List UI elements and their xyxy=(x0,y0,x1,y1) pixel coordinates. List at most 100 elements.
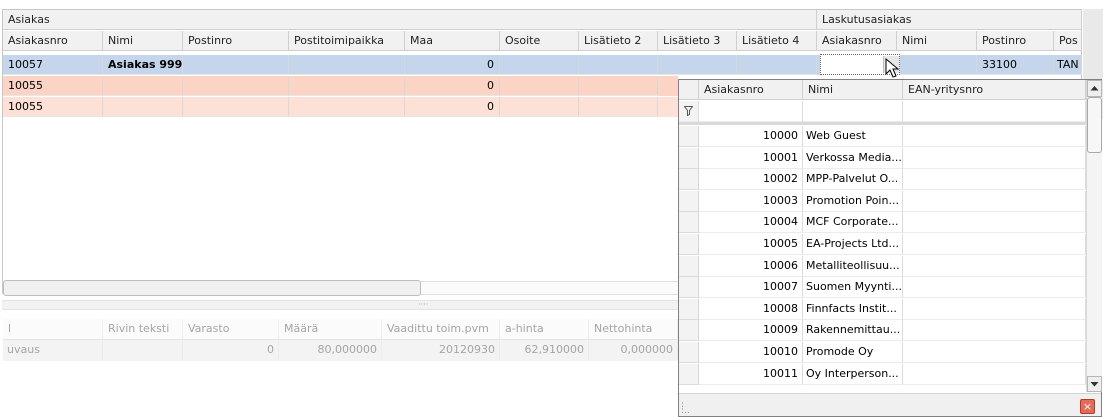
lower-col-header-nettohinta[interactable]: Nettohinta xyxy=(589,319,678,340)
col-header-postinro[interactable]: Postinro xyxy=(183,31,289,51)
popup-cell-ean[interactable] xyxy=(903,320,1086,341)
popup-cell-asiakasnro[interactable]: 10004 xyxy=(699,212,803,233)
popup-row-selector[interactable] xyxy=(679,256,699,277)
col-header-lisatieto-4[interactable]: Lisätieto 4 xyxy=(737,31,817,51)
lower-cell-nettohinta[interactable]: 0,000000 xyxy=(589,340,678,361)
popup-cell-asiakasnro[interactable]: 10007 xyxy=(699,277,803,298)
popup-row-selector[interactable] xyxy=(679,212,699,233)
cell-postinro[interactable] xyxy=(183,76,289,96)
lower-col-header-rivin-teksti[interactable]: Rivin teksti xyxy=(103,319,183,340)
cell-postitoimipaikka[interactable] xyxy=(289,97,405,117)
cell-lisatieto-2[interactable] xyxy=(579,76,658,96)
lower-col-header-varasto[interactable]: Varasto xyxy=(183,319,279,340)
splitter-grip-icon[interactable]: ···· xyxy=(418,301,430,309)
popup-col-header-nimi[interactable]: Nimi xyxy=(803,80,903,100)
popup-cell-nimi[interactable]: Rakennemittau... xyxy=(803,320,903,341)
popup-scroll-thumb[interactable] xyxy=(1087,97,1102,153)
popup-cell-asiakasnro[interactable]: 10002 xyxy=(699,169,803,190)
popup-cell-asiakasnro[interactable]: 10010 xyxy=(699,342,803,363)
popup-cell-asiakasnro[interactable]: 10005 xyxy=(699,234,803,255)
cell-osoite[interactable] xyxy=(500,55,579,75)
popup-cell-asiakasnro[interactable]: 10009 xyxy=(699,320,803,341)
popup-cell-asiakasnro[interactable]: 10000 xyxy=(699,126,803,147)
popup-row-selector[interactable] xyxy=(679,126,699,147)
lower-col-header-a-hinta[interactable]: a-hinta xyxy=(500,319,589,340)
popup-cell-ean[interactable] xyxy=(903,234,1086,255)
cell-maa[interactable]: 0 xyxy=(405,97,500,117)
scroll-down-arrow-icon[interactable] xyxy=(1087,376,1102,392)
popup-cell-ean[interactable] xyxy=(903,169,1086,190)
lower-cell-varasto[interactable]: 0 xyxy=(183,340,279,361)
cell-postitoimipaikka[interactable] xyxy=(289,76,405,96)
popup-col-header-ean-yritysnro[interactable]: EAN-yritysnro xyxy=(903,80,1086,100)
lower-col-header-vaadittu-toim-pvm[interactable]: Vaadittu toim.pvm xyxy=(382,319,500,340)
popup-cell-nimi[interactable]: Finnfacts Instit... xyxy=(803,299,903,320)
popup-cell-asiakasnro[interactable]: 10008 xyxy=(699,299,803,320)
lower-cell-vaadittu-toim-pvm[interactable]: 20120930 xyxy=(382,340,500,361)
popup-cell-nimi[interactable]: Promode Oy xyxy=(803,342,903,363)
cell-asiakasnro[interactable]: 10055 xyxy=(3,76,103,96)
cell-lisatieto-2[interactable] xyxy=(579,97,658,117)
popup-cell-ean[interactable] xyxy=(903,277,1086,298)
col-header-laskutus-nimi[interactable]: Nimi xyxy=(897,31,977,51)
popup-cell-asiakasnro[interactable]: 10006 xyxy=(699,256,803,277)
col-header-postitoimipaikka[interactable]: Postitoimipaikka xyxy=(289,31,405,51)
col-header-lisatieto-2[interactable]: Lisätieto 2 xyxy=(579,31,658,51)
col-header-osoite[interactable]: Osoite xyxy=(500,31,579,51)
col-header-lisatieto-3[interactable]: Lisätieto 3 xyxy=(658,31,737,51)
popup-cell-ean[interactable] xyxy=(903,364,1086,385)
lower-col-header-maara[interactable]: Määrä xyxy=(279,319,382,340)
popup-row-selector[interactable] xyxy=(679,320,699,341)
col-header-laskutus-postinro[interactable]: Postinro xyxy=(977,31,1054,51)
scroll-up-arrow-icon[interactable] xyxy=(1087,80,1102,97)
popup-row-selector[interactable] xyxy=(679,191,699,212)
cell-lisatieto-4[interactable] xyxy=(737,55,817,75)
cell-asiakasnro[interactable]: 10055 xyxy=(3,97,103,117)
popup-cell-ean[interactable] xyxy=(903,299,1086,320)
popup-row-selector[interactable] xyxy=(679,299,699,320)
lower-col-header[interactable]: l xyxy=(3,319,103,340)
popup-cell-nimi[interactable]: Verkossa Media... xyxy=(803,148,903,169)
col-header-laskutus-pos[interactable]: Pos xyxy=(1054,31,1082,51)
popup-cell-nimi[interactable]: MCF Corporate... xyxy=(803,212,903,233)
resize-grip-icon[interactable]: ::.. xyxy=(681,401,695,416)
cell-asiakasnro[interactable]: 10057 xyxy=(3,55,103,75)
cell-maa[interactable]: 0 xyxy=(405,55,500,75)
col-header-asiakasnro[interactable]: Asiakasnro xyxy=(3,31,103,51)
cell-nimi[interactable] xyxy=(103,97,183,117)
popup-row-selector[interactable] xyxy=(679,342,699,363)
popup-cell-asiakasnro[interactable]: 10011 xyxy=(699,364,803,385)
popup-row-selector[interactable] xyxy=(679,364,699,385)
popup-cell-nimi[interactable]: Suomen Myynti... xyxy=(803,277,903,298)
popup-cell-nimi[interactable]: Promotion Poin... xyxy=(803,191,903,212)
popup-row-selector[interactable] xyxy=(679,148,699,169)
popup-cell-asiakasnro[interactable]: 10003 xyxy=(699,191,803,212)
popup-filter-ean[interactable] xyxy=(903,101,1086,122)
cell-postinro[interactable] xyxy=(183,97,289,117)
popup-cell-nimi[interactable]: MPP-Palvelut O... xyxy=(803,169,903,190)
filter-icon[interactable] xyxy=(679,101,699,122)
col-header-nimi[interactable]: Nimi xyxy=(103,31,183,51)
popup-filter-asiakasnro[interactable] xyxy=(699,101,803,122)
popup-cell-nimi[interactable]: Metalliteollisuu... xyxy=(803,256,903,277)
horizontal-scrollbar-thumb[interactable] xyxy=(3,280,421,296)
popup-cell-ean[interactable] xyxy=(903,212,1086,233)
popup-cell-asiakasnro[interactable]: 10001 xyxy=(699,148,803,169)
cell-postinro[interactable] xyxy=(183,55,289,75)
horizontal-scrollbar-track[interactable] xyxy=(421,281,681,295)
popup-cell-ean[interactable] xyxy=(903,126,1086,147)
cell-osoite[interactable] xyxy=(500,76,579,96)
popup-cell-nimi[interactable]: Web Guest xyxy=(803,126,903,147)
lower-cell-rivin-teksti[interactable] xyxy=(103,340,183,361)
col-header-laskutus-asiakasnro[interactable]: Asiakasnro xyxy=(817,31,897,51)
cell-lisatieto-3[interactable] xyxy=(658,55,737,75)
popup-col-header-asiakasnro[interactable]: Asiakasnro xyxy=(699,80,803,100)
popup-cell-ean[interactable] xyxy=(903,191,1086,212)
popup-cell-nimi[interactable]: EA-Projects Ltd... xyxy=(803,234,903,255)
popup-cell-ean[interactable] xyxy=(903,148,1086,169)
cell-laskutus-postinro[interactable]: 33100 xyxy=(977,55,1054,75)
popup-cell-nimi[interactable]: Oy Interperson... xyxy=(803,364,903,385)
col-header-maa[interactable]: Maa xyxy=(405,31,500,51)
cell-postitoimipaikka[interactable] xyxy=(289,55,405,75)
popup-cell-ean[interactable] xyxy=(903,256,1086,277)
